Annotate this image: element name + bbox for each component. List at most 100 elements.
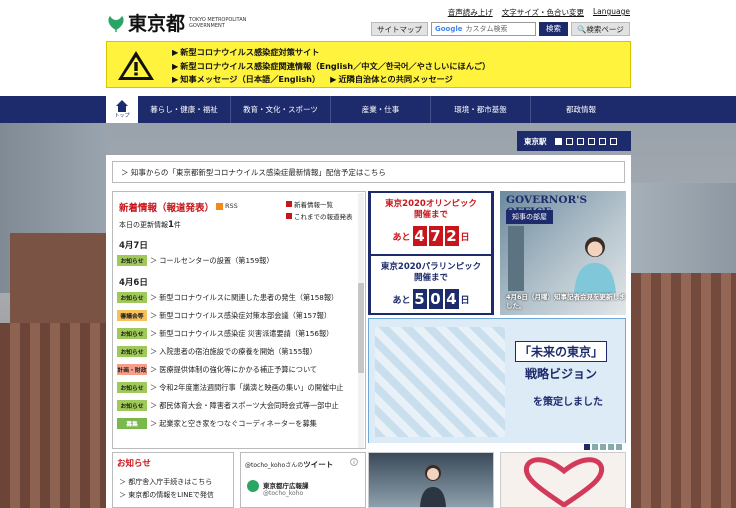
tweet-panel: @tocho_kohoさんのツイート 東京都庁広報課 @tocho_koho <box>240 452 366 508</box>
site-logo[interactable]: 東京都 TOKYO METROPOLITAN GOVERNMENT <box>106 9 259 36</box>
logo-text: 東京都 <box>128 13 186 35</box>
news-tag: お知らせ <box>117 292 147 303</box>
station-dot[interactable] <box>587 137 595 145</box>
countdown-digit: 2 <box>444 226 459 246</box>
link-icon <box>286 213 292 219</box>
building-silhouette <box>508 226 524 291</box>
background-tower-right <box>631 183 736 273</box>
notice-link-covid-site[interactable]: ▶ 新型コロナウイルス感染症対策サイト <box>172 46 320 60</box>
news-scrollbar[interactable] <box>358 193 364 448</box>
heart-icon <box>523 457 605 507</box>
governor-portrait <box>574 237 616 293</box>
news-item[interactable]: お知らせ＞入院患者の宿泊施設での療養を開始（第155報） <box>117 346 317 357</box>
google-label: Google <box>435 25 463 33</box>
rss-link[interactable]: RSS <box>216 202 238 210</box>
chevron-right-icon: ＞ <box>150 418 158 428</box>
info-icon[interactable] <box>349 458 359 466</box>
station-dot[interactable] <box>598 137 606 145</box>
countdown-digit: 4 <box>444 289 459 309</box>
sitemap-button[interactable]: サイトマップ <box>371 22 428 36</box>
station-slider-dots <box>554 137 617 145</box>
util-link-language[interactable]: Language <box>593 7 630 18</box>
slider-dot[interactable] <box>608 444 614 450</box>
search-icon: 🔍 <box>577 25 587 34</box>
news-panel: 新着情報（報道発表） RSS 新着情報一覧 これまでの報道発表 本日の更新情報1… <box>112 191 366 449</box>
slider-dot[interactable] <box>600 444 606 450</box>
station-dot[interactable] <box>565 137 573 145</box>
tweet-account-name[interactable]: 東京都庁広報課 <box>263 480 309 490</box>
news-item[interactable]: お知らせ＞都民体育大会・障害者スポーツ大会同時会式等一部中止 <box>117 400 339 411</box>
vision-line1: 「未来の東京」 <box>515 341 608 362</box>
tweet-account-handle[interactable]: @tocho_koho <box>263 490 303 497</box>
future-tokyo-vision-banner[interactable]: 「未来の東京」 戦略ビジョン を策定しました <box>368 318 626 444</box>
news-date: 4月6日 <box>119 278 148 288</box>
news-title: 新着情報（報道発表） <box>119 203 215 214</box>
news-item[interactable]: 募集＞起業家と空き家をつなぐコーディネーターを募集 <box>117 418 317 429</box>
news-item[interactable]: 審議会等＞新型コロナウイルス感染症対策本部会議（第157報） <box>117 310 331 321</box>
banner-link-covid-broadcast[interactable]: ＞ 知事からの「東京都新型コロナウイルス感染症最新情報」配信予定はこちら <box>112 161 625 183</box>
notice-link-joint-message[interactable]: ▶ 近隣自治体との共同メッセージ <box>330 73 453 87</box>
news-all-link[interactable]: 新着情報一覧 <box>286 199 353 211</box>
news-item[interactable]: お知らせ＞新型コロナウイルスに関連した患者の発生（第158報） <box>117 292 338 303</box>
logo-subtitle: TOKYO METROPOLITAN GOVERNMENT <box>189 16 247 29</box>
oshirase-item[interactable]: ＞ 都庁舎入庁手続きはこちら <box>119 477 212 487</box>
station-dot[interactable] <box>609 137 617 145</box>
search-button[interactable]: 検索 <box>539 22 568 36</box>
link-icon <box>286 201 292 207</box>
news-item-text: 起業家と空き家をつなぐコーディネーターを募集 <box>159 418 317 428</box>
nav-item-industry[interactable]: 産業・仕事 <box>331 96 431 123</box>
heart-banner-thumbnail[interactable] <box>500 452 626 508</box>
background-brick-right <box>631 273 736 508</box>
chevron-right-icon: ＞ <box>150 364 158 374</box>
news-tag: 募集 <box>117 418 147 429</box>
news-item[interactable]: お知らせ＞新型コロナウイルス感染症 災害派遣要請（第156報） <box>117 328 333 339</box>
news-item-text: 新型コロナウイルス感染症 災害派遣要請（第156報） <box>159 328 334 338</box>
olympic-countdown[interactable]: 東京2020オリンピック 開催まで あと 4 7 2 日 東京2020パラリンピッ… <box>368 191 494 315</box>
chevron-right-icon: ＞ <box>150 292 158 302</box>
nav-item-environment[interactable]: 環境・都市基盤 <box>431 96 531 123</box>
news-item-text: 医療提供体制の強化等にかかる補正予算について <box>159 364 318 374</box>
oshirase-item[interactable]: ＞ 東京都の情報をLINEで発信 <box>119 490 214 500</box>
video-thumbnail[interactable] <box>368 452 494 508</box>
home-icon <box>116 100 128 112</box>
news-date: 4月7日 <box>119 241 148 251</box>
global-nav: トップ 暮らし・健康・福祉 教育・文化・スポーツ 産業・仕事 環境・都市基盤 都… <box>0 96 736 123</box>
station-bar: 東京駅 <box>517 131 631 151</box>
governor-video-image <box>420 465 446 507</box>
chevron-right-icon: ＞ <box>150 310 158 320</box>
nav-item-government[interactable]: 都政情報 <box>531 96 631 123</box>
governor-office-banner[interactable]: GOVERNOR'S OFFICE 知事の部屋 4月6日（月曜）知事記者会見を更… <box>500 191 626 315</box>
avatar[interactable] <box>247 480 259 492</box>
search-page-button[interactable]: 🔍検索ページ <box>571 22 630 36</box>
ginkgo-logo-icon <box>108 15 124 32</box>
tweet-title: @tocho_kohoさんのツイート <box>245 460 334 469</box>
oshirase-title: お知らせ <box>117 459 151 469</box>
news-tag: お知らせ <box>117 328 147 339</box>
chevron-right-icon: ＞ <box>150 346 158 356</box>
nav-item-education[interactable]: 教育・文化・スポーツ <box>231 96 331 123</box>
nav-home[interactable]: トップ <box>106 96 138 123</box>
scrollbar-thumb[interactable] <box>358 283 364 373</box>
notice-links: ▶ 新型コロナウイルス感染症対策サイト ▶ 新型コロナウイルス感染症関連情報（Eng… <box>172 46 490 87</box>
chevron-right-icon: ＞ <box>150 255 158 265</box>
slider-dot[interactable] <box>592 444 598 450</box>
news-item[interactable]: お知らせ＞コールセンターの設置（第159報） <box>117 255 274 266</box>
slider-dot[interactable] <box>584 444 590 450</box>
util-link-text-size[interactable]: 文字サイズ・色合い変更 <box>502 7 584 18</box>
governor-room-label: 知事の部屋 <box>506 210 553 224</box>
nav-item-living[interactable]: 暮らし・健康・福祉 <box>138 96 231 123</box>
news-archive-link[interactable]: これまでの報道発表 <box>286 211 353 223</box>
notice-link-governor-message[interactable]: ▶ 知事メッセージ（日本語／English） <box>172 73 320 87</box>
news-item[interactable]: お知らせ＞令和2年度憲法週間行事「講演と映画の集い」の開催中止 <box>117 382 343 393</box>
slider-dot[interactable] <box>616 444 622 450</box>
background-brick-left <box>0 323 106 508</box>
notice-link-covid-info[interactable]: ▶ 新型コロナウイルス感染症関連情報（English／中文／한국어／やさしいにほん… <box>172 60 490 74</box>
station-dot[interactable] <box>576 137 584 145</box>
news-item[interactable]: 計画・財政＞医療提供体制の強化等にかかる補正予算について <box>117 364 317 375</box>
util-link-read-aloud[interactable]: 音声読み上げ <box>448 7 493 18</box>
search-input[interactable]: Google カスタム検索 <box>431 22 536 36</box>
chevron-right-icon: ＞ <box>150 400 158 410</box>
station-dot[interactable] <box>554 137 562 145</box>
chevron-right-icon: ＞ <box>150 382 158 392</box>
news-side-links: 新着情報一覧 これまでの報道発表 <box>286 199 353 223</box>
